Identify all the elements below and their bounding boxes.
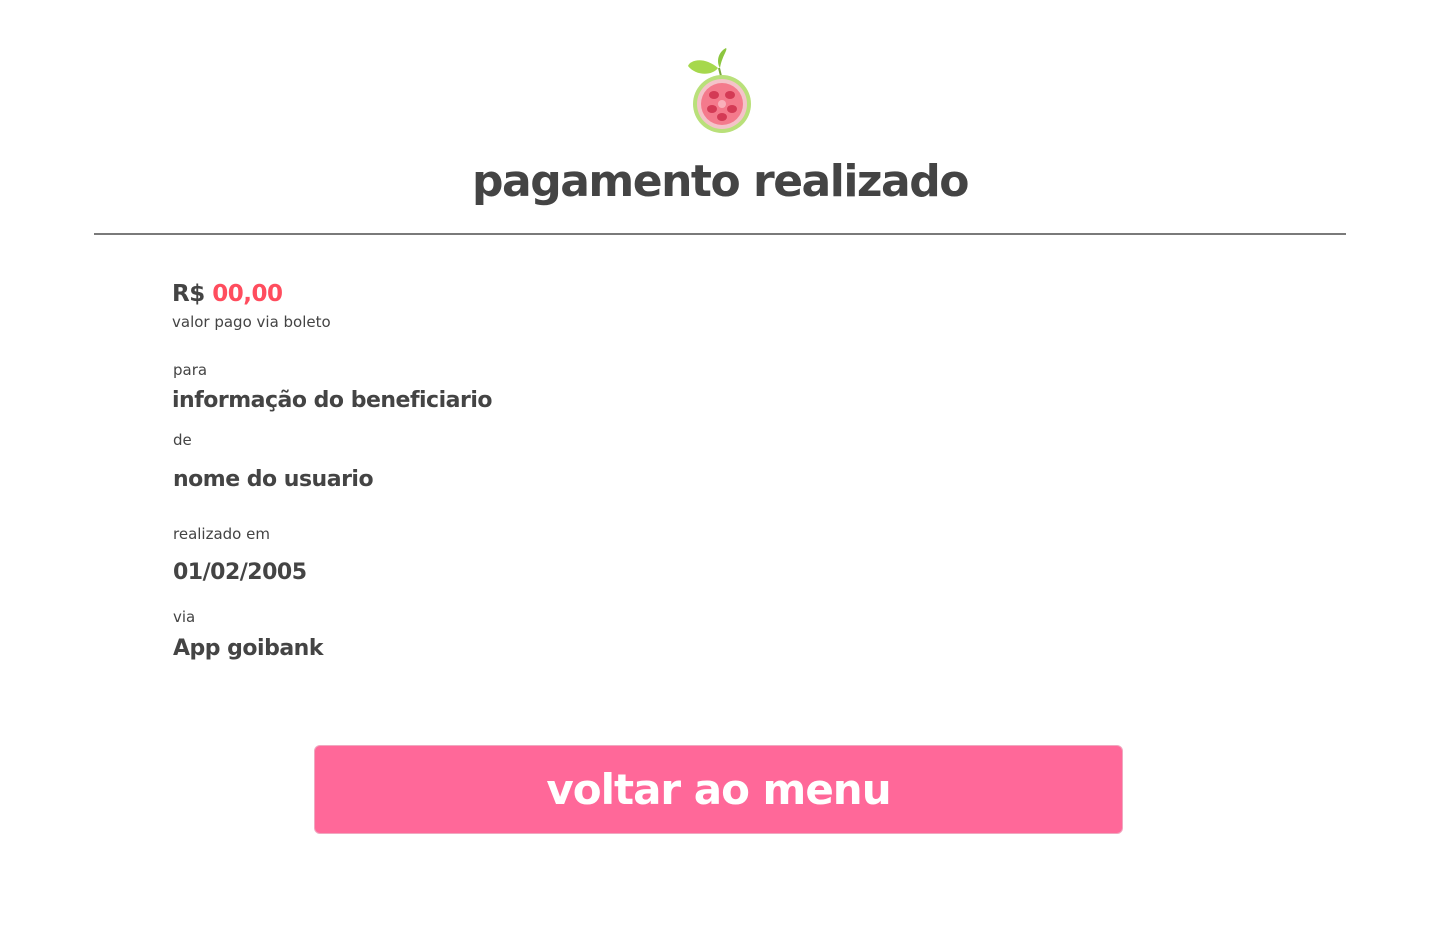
guava-logo-icon <box>684 46 756 136</box>
amount-caption: valor pago via boleto <box>172 313 331 331</box>
via-value: App goibank <box>173 636 323 661</box>
beneficiary-value: informação do beneficiario <box>172 388 493 413</box>
amount-value: 00,00 <box>212 281 283 307</box>
user-name-value: nome do usuario <box>173 467 374 492</box>
to-label: para <box>173 361 208 379</box>
currency-symbol: R$ <box>172 281 205 307</box>
divider <box>94 233 1346 235</box>
date-label: realizado em <box>173 525 270 543</box>
via-label: via <box>173 608 196 626</box>
page-title: pagamento realizado <box>472 156 969 207</box>
payment-amount: R$ 00,00 <box>172 278 283 310</box>
from-label: de <box>173 431 192 449</box>
back-to-menu-button[interactable]: voltar ao menu <box>314 745 1123 834</box>
payment-date-value: 01/02/2005 <box>173 560 307 585</box>
